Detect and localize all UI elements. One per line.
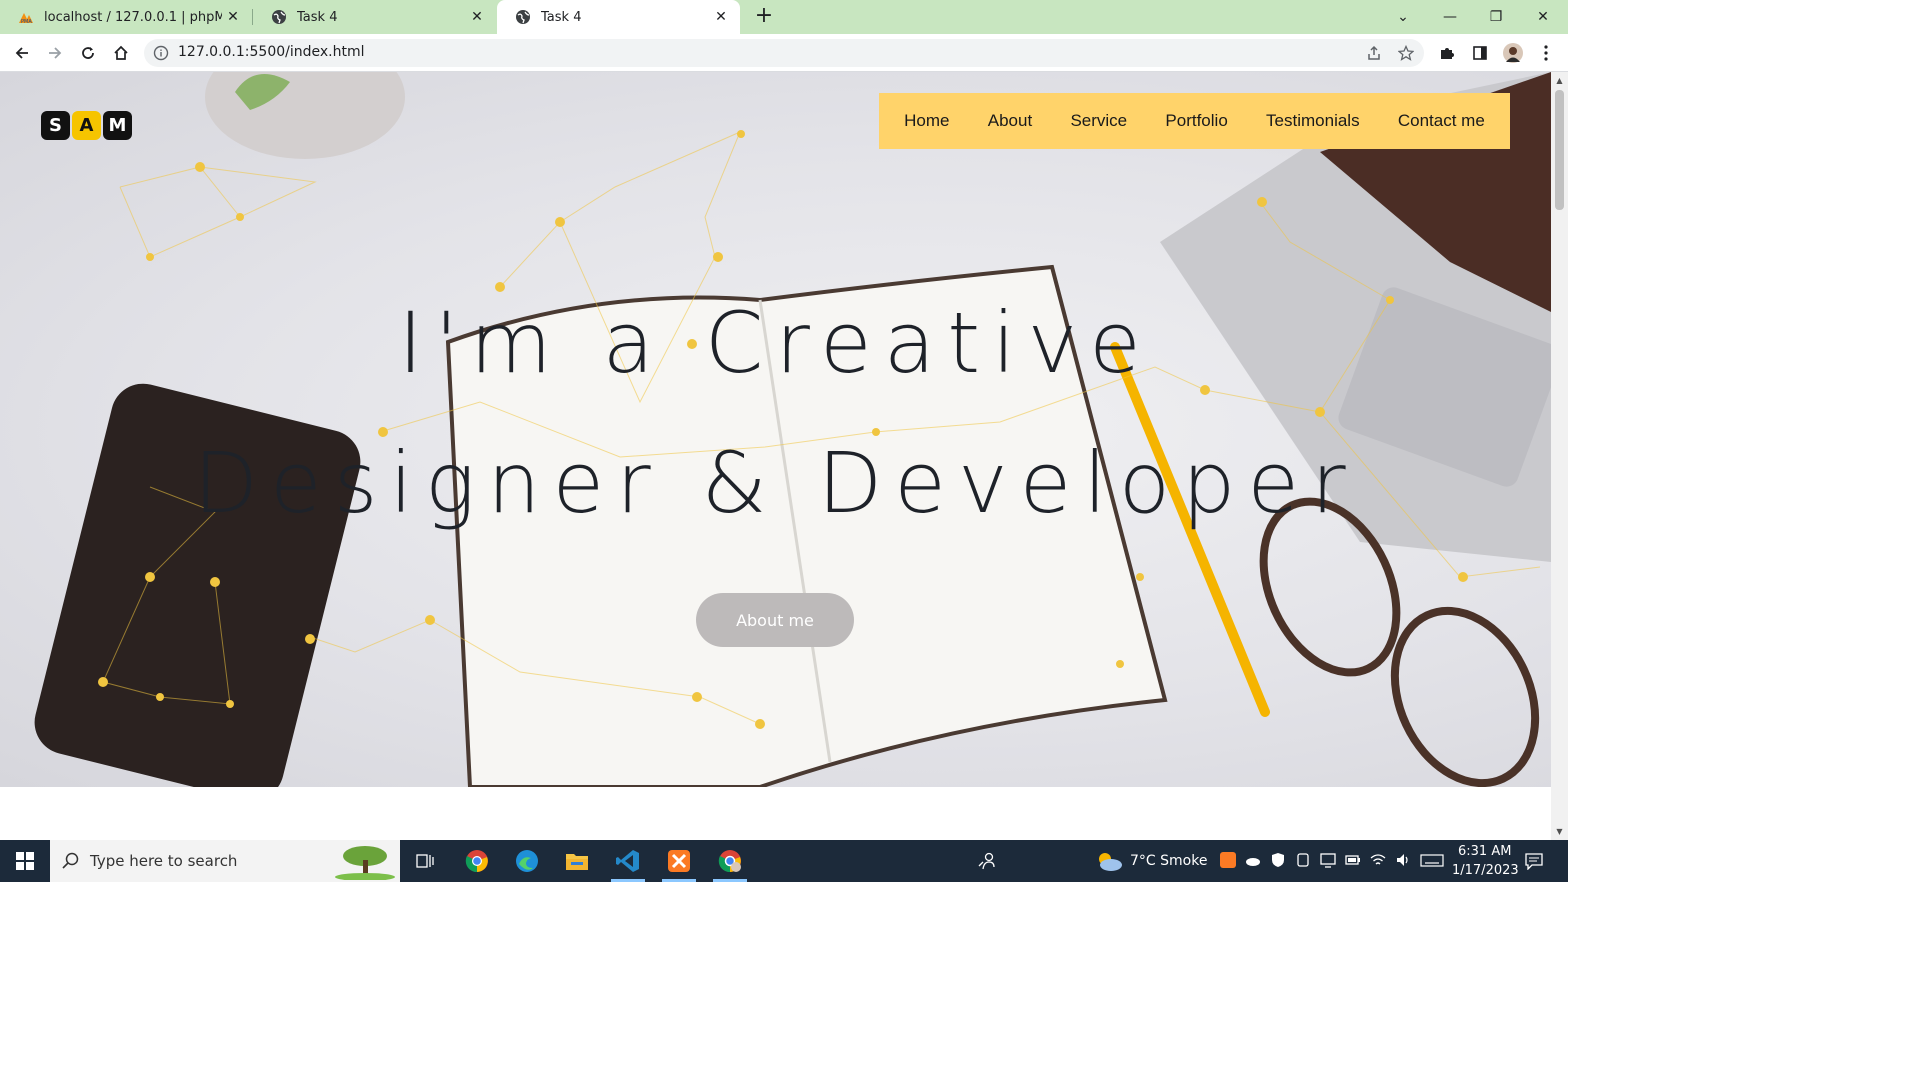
keyboard-icon[interactable] [1420, 852, 1444, 868]
tab-task4-active[interactable]: Task 4 ✕ [497, 0, 740, 34]
clock-time[interactable]: 6:31 AM [1458, 844, 1511, 859]
page-scrollbar[interactable]: ▲ ▼ [1551, 72, 1568, 840]
people-search-icon[interactable] [962, 840, 1012, 882]
os-taskbar: Type here to search 7°C Smoke 6:31 AM 1/… [0, 840, 1568, 882]
side-panel-icon[interactable] [1470, 43, 1490, 63]
menu-kebab-icon[interactable] [1536, 43, 1556, 63]
edge-taskbar-icon[interactable] [502, 840, 552, 882]
weather-text[interactable]: 7°C Smoke [1130, 853, 1207, 869]
site-logo[interactable]: S A M [41, 111, 132, 140]
extensions-puzzle-icon[interactable] [1437, 43, 1457, 63]
main-nav: Home About Service Portfolio Testimonial… [879, 93, 1510, 149]
device-tray-icon[interactable] [1295, 852, 1311, 868]
nav-home[interactable]: Home [904, 111, 949, 131]
vscode-taskbar-icon[interactable] [603, 840, 653, 882]
browser-tab-strip: PMA localhost / 127.0.0.1 | phpMyAdmin ✕… [0, 0, 1568, 34]
close-window-button[interactable]: ✕ [1520, 0, 1566, 34]
profile-avatar[interactable] [1503, 43, 1523, 63]
logo-letter: A [72, 111, 101, 140]
search-placeholder: Type here to search [90, 852, 238, 870]
hero-headline-line1: I'm a Creative [398, 294, 1153, 392]
xampp-tray-icon[interactable] [1220, 852, 1236, 868]
search-highlight-tree-icon [325, 842, 397, 884]
tab-phpmyadmin[interactable]: PMA localhost / 127.0.0.1 | phpMyAdmin ✕ [0, 0, 252, 34]
file-explorer-icon[interactable] [552, 840, 602, 882]
back-button[interactable] [10, 41, 34, 65]
url-text: 127.0.0.1:5500/index.html [178, 44, 365, 60]
scroll-down-icon[interactable]: ▼ [1555, 827, 1564, 836]
nav-testimonials[interactable]: Testimonials [1266, 111, 1360, 131]
tab-title: Task 4 [541, 9, 582, 25]
tab-title: localhost / 127.0.0.1 | phpMyAdmin [44, 9, 222, 25]
weather-cloud-icon[interactable] [1095, 849, 1123, 877]
hero-headline-line2: Designer & Developer [193, 434, 1358, 532]
minimize-button[interactable]: — [1427, 0, 1473, 34]
arrow-left-icon [15, 47, 28, 59]
nav-service[interactable]: Service [1070, 111, 1127, 131]
globe-icon [271, 9, 287, 25]
home-icon [114, 45, 128, 60]
volume-icon[interactable] [1395, 852, 1411, 868]
bookmark-star-icon[interactable] [1397, 44, 1415, 61]
security-shield-icon[interactable] [1270, 852, 1286, 868]
tab-search-chevron-icon[interactable]: ⌄ [1380, 0, 1426, 34]
nav-about[interactable]: About [988, 111, 1032, 131]
restore-button[interactable]: ❐ [1473, 0, 1519, 34]
chrome-profile-taskbar-icon[interactable] [705, 840, 755, 882]
chrome-taskbar-icon[interactable] [452, 840, 502, 882]
vase-shape [205, 72, 405, 159]
onedrive-cloud-icon[interactable] [1245, 852, 1261, 868]
scroll-up-icon[interactable]: ▲ [1555, 76, 1564, 85]
browser-toolbar: 127.0.0.1:5500/index.html [0, 34, 1568, 72]
phpmyadmin-icon: PMA [18, 9, 34, 25]
system-tray-icons [1220, 852, 1444, 868]
tab-close-icon[interactable]: ✕ [468, 8, 486, 26]
page-viewport: S A M Home About Service Portfolio Testi… [0, 72, 1551, 840]
arrow-right-icon [49, 47, 62, 59]
address-bar[interactable]: 127.0.0.1:5500/index.html [144, 39, 1424, 67]
globe-icon [515, 9, 531, 25]
notifications-icon[interactable] [1525, 852, 1543, 874]
nav-portfolio[interactable]: Portfolio [1165, 111, 1227, 131]
clock-date[interactable]: 1/17/2023 [1452, 863, 1519, 878]
windows-logo-icon [16, 852, 34, 870]
tab-task4[interactable]: Task 4 ✕ [253, 0, 496, 34]
hero-section: S A M Home About Service Portfolio Testi… [0, 72, 1551, 787]
share-icon[interactable] [1366, 45, 1382, 61]
hero-background-illustration [34, 72, 1551, 787]
windows-start-button[interactable] [0, 840, 50, 882]
nav-contact[interactable]: Contact me [1398, 111, 1485, 131]
forward-button[interactable] [43, 41, 67, 65]
site-info-icon[interactable] [153, 45, 169, 61]
logo-letter: S [41, 111, 70, 140]
about-me-button[interactable]: About me [696, 593, 854, 647]
wifi-icon[interactable] [1370, 852, 1386, 868]
display-tray-icon[interactable] [1320, 852, 1336, 868]
battery-icon[interactable] [1345, 852, 1361, 868]
reload-button[interactable] [76, 41, 100, 65]
xampp-taskbar-icon[interactable] [654, 840, 704, 882]
home-button[interactable] [109, 41, 133, 65]
scrollbar-thumb[interactable] [1555, 90, 1564, 210]
svg-text:PMA: PMA [21, 19, 32, 24]
task-view-icon[interactable] [400, 840, 450, 882]
tab-title: Task 4 [297, 9, 338, 25]
taskbar-search-box[interactable]: Type here to search [50, 840, 400, 882]
new-tab-button[interactable]: + [752, 5, 776, 29]
reload-icon [82, 47, 94, 59]
tab-close-icon[interactable]: ✕ [712, 8, 730, 26]
logo-letter: M [103, 111, 132, 140]
tab-close-icon[interactable]: ✕ [224, 8, 242, 26]
search-icon [62, 852, 80, 874]
